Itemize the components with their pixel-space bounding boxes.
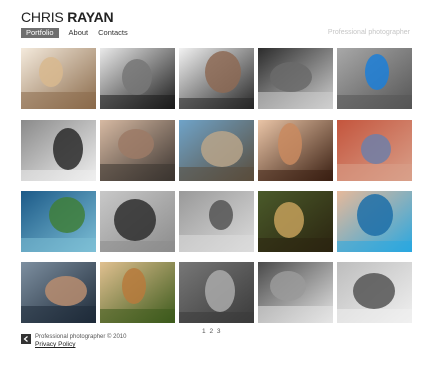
photo-blue-butterfly[interactable] xyxy=(337,48,412,109)
photo-couple-bw[interactable] xyxy=(179,191,254,252)
photo-starfish-bw[interactable] xyxy=(258,48,333,109)
main-nav: Portfolio About Contacts xyxy=(21,28,138,38)
photo-green-coast[interactable] xyxy=(21,191,96,252)
footer: Professional photographer © 2010 Privacy… xyxy=(21,333,126,349)
photo-squirrel-eating[interactable] xyxy=(100,262,175,323)
copyright-text: Professional photographer © 2010 xyxy=(35,334,127,340)
photo-toddler-bw[interactable] xyxy=(258,262,333,323)
photo-squirrel-stone[interactable] xyxy=(100,191,175,252)
photo-man-street-bw[interactable] xyxy=(179,262,254,323)
pagination: 1 2 3 xyxy=(202,328,222,335)
photo-two-women[interactable] xyxy=(100,120,175,181)
nav-item-portfolio[interactable]: Portfolio xyxy=(21,28,59,38)
site-logo[interactable]: CHRIS RAYAN xyxy=(21,9,114,25)
page-link-1[interactable]: 1 xyxy=(202,328,207,335)
back-arrow-icon[interactable] xyxy=(21,334,31,344)
page-link-2[interactable]: 2 xyxy=(209,328,214,335)
photo-man-sunglasses-2[interactable] xyxy=(21,262,96,323)
photo-woman-pool[interactable] xyxy=(337,191,412,252)
photo-woman-face-closeup[interactable] xyxy=(258,120,333,181)
photo-man-sunglasses[interactable] xyxy=(179,48,254,109)
page-link-3[interactable]: 3 xyxy=(217,328,222,335)
photo-man-bw-portrait[interactable] xyxy=(100,48,175,109)
logo-last-name: RAYAN xyxy=(67,9,114,25)
logo-first-name: CHRIS xyxy=(21,9,68,25)
photo-woman-dark-hair-bw[interactable] xyxy=(21,120,96,181)
photo-gallery xyxy=(21,48,413,323)
photo-town-lake[interactable] xyxy=(337,120,412,181)
photo-woman-lying-bw[interactable] xyxy=(337,262,412,323)
nav-item-about[interactable]: About xyxy=(69,28,89,38)
nav-item-contacts[interactable]: Contacts xyxy=(98,28,128,38)
photo-woman-tree[interactable] xyxy=(179,120,254,181)
tagline: Professional photographer xyxy=(327,29,410,36)
photo-deer-fawn[interactable] xyxy=(258,191,333,252)
privacy-policy-link[interactable]: Privacy Policy xyxy=(35,341,126,349)
photo-blonde-woman-sitting[interactable] xyxy=(21,48,96,109)
